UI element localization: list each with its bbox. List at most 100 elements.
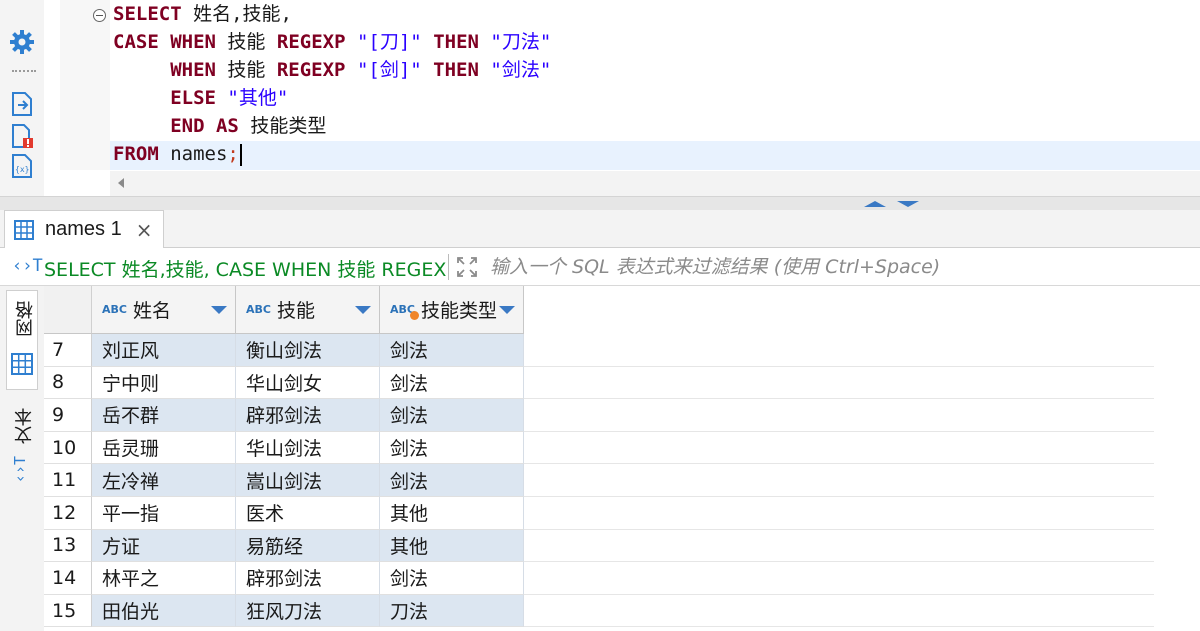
- sql-editor[interactable]: {x} SELECT 姓名,技能, CASE WHEN 技能 REGEXP "[刀…: [0, 0, 1200, 196]
- table-cell[interactable]: 剑法: [380, 399, 524, 432]
- row-empty-space: [524, 432, 1154, 465]
- row-number[interactable]: 9: [44, 399, 92, 432]
- table-row[interactable]: 8 宁中则 华山剑女 剑法: [44, 366, 1154, 400]
- table-cell[interactable]: 刀法: [380, 594, 524, 628]
- grid-corner[interactable]: [44, 286, 92, 334]
- table-row[interactable]: 7 刘正风 衡山剑法 剑法: [44, 334, 1154, 367]
- code-line[interactable]: END AS 技能类型: [113, 112, 551, 140]
- table-cell[interactable]: 刘正风: [92, 334, 236, 367]
- filter-input[interactable]: [490, 253, 1190, 281]
- table-cell[interactable]: 狂风刀法: [236, 594, 380, 628]
- table-row[interactable]: 14 林平之 辟邪剑法 剑法: [44, 562, 1154, 595]
- table-row[interactable]: 13 方证 易筋经 其他: [44, 529, 1154, 563]
- row-empty-space: [524, 464, 1154, 497]
- scroll-left-icon[interactable]: [118, 178, 124, 188]
- row-number[interactable]: 10: [44, 431, 92, 465]
- column-header[interactable]: ABC 技能: [236, 286, 380, 334]
- expand-icon[interactable]: [456, 256, 478, 278]
- table-cell[interactable]: 其他: [380, 529, 524, 563]
- results-grid[interactable]: ABC 姓名 ABC 技能 ABC 技能类型 7 刘正风 衡山剑法 剑法 8 宁中则 华山剑女 剑法 9 岳…: [44, 286, 1200, 631]
- sql-keyword: SELECT: [113, 3, 182, 25]
- panel-splitter[interactable]: [0, 196, 1200, 210]
- variables-icon[interactable]: {x}: [8, 152, 36, 180]
- filter-query-text[interactable]: SELECT 姓名,技能, CASE WHEN 技能 REGEX: [44, 255, 446, 282]
- restore-down-icon[interactable]: [897, 201, 919, 207]
- row-number[interactable]: 7: [44, 334, 92, 367]
- table-cell[interactable]: 医术: [236, 496, 380, 530]
- row-number[interactable]: 12: [44, 496, 92, 530]
- table-cell[interactable]: 剑法: [380, 366, 524, 400]
- table-cell[interactable]: 辟邪剑法: [236, 562, 380, 595]
- tab-grid-view[interactable]: 网格: [6, 290, 38, 390]
- tab-label: names 1: [45, 218, 122, 240]
- table-cell[interactable]: 岳不群: [92, 399, 236, 432]
- table-row[interactable]: 11 左冷禅 嵩山剑法 剑法: [44, 464, 1154, 497]
- text-tab-label: 文本: [14, 408, 35, 444]
- filter-divider: [448, 254, 449, 280]
- code-line[interactable]: WHEN 技能 REGEXP "[剑]" THEN "剑法": [113, 56, 551, 84]
- sql-string: "刀法": [490, 31, 552, 53]
- row-number[interactable]: 8: [44, 366, 92, 400]
- sql-keyword: CASE: [113, 31, 159, 53]
- sort-dropdown-icon[interactable]: [355, 306, 371, 314]
- table-cell[interactable]: 左冷禅: [92, 464, 236, 497]
- tab-names-1[interactable]: names 1 ×: [4, 210, 164, 248]
- column-header-label: 技能类型: [420, 300, 497, 322]
- column-header[interactable]: ABC 技能类型: [380, 286, 524, 334]
- sql-string: "[刀]": [356, 31, 422, 53]
- table-cell[interactable]: 剑法: [380, 464, 524, 497]
- sql-token: ;: [227, 143, 239, 165]
- table-cell[interactable]: 平一指: [92, 496, 236, 530]
- table-row[interactable]: 15 田伯光 狂风刀法 刀法: [44, 594, 1154, 628]
- code-line[interactable]: FROM names;: [113, 140, 551, 168]
- table-cell[interactable]: 华山剑法: [236, 431, 380, 465]
- table-cell[interactable]: 华山剑女: [236, 366, 380, 400]
- table-row[interactable]: 12 平一指 医术 其他: [44, 496, 1154, 530]
- text-type-icon: ABC: [246, 303, 271, 316]
- tab-text-view[interactable]: 文本 ‹›T: [6, 402, 38, 498]
- settings-icon[interactable]: [8, 28, 36, 56]
- table-cell[interactable]: 剑法: [380, 431, 524, 465]
- calculated-text-type-icon: ABC: [390, 303, 419, 320]
- table-cell[interactable]: 嵩山剑法: [236, 464, 380, 497]
- fold-toggle-icon[interactable]: [93, 9, 106, 22]
- sql-keyword: THEN: [433, 31, 479, 53]
- column-header[interactable]: ABC 姓名: [92, 286, 236, 334]
- row-empty-space: [524, 530, 1154, 563]
- row-number[interactable]: 13: [44, 529, 92, 563]
- table-cell[interactable]: 岳灵珊: [92, 431, 236, 465]
- row-number[interactable]: 15: [44, 594, 92, 628]
- sort-dropdown-icon[interactable]: [499, 306, 515, 314]
- editor-horizontal-scrollbar[interactable]: [110, 171, 1200, 196]
- table-row[interactable]: 9 岳不群 辟邪剑法 剑法: [44, 399, 1154, 432]
- text-view-icon: ‹›T: [11, 456, 29, 484]
- table-cell[interactable]: 辟邪剑法: [236, 399, 380, 432]
- code-line[interactable]: SELECT 姓名,技能,: [113, 0, 551, 28]
- row-number[interactable]: 14: [44, 562, 92, 595]
- sql-keyword: WHEN: [170, 31, 216, 53]
- table-cell[interactable]: 林平之: [92, 562, 236, 595]
- sort-dropdown-icon[interactable]: [211, 306, 227, 314]
- table-cell[interactable]: 其他: [380, 496, 524, 530]
- table-cell[interactable]: 衡山剑法: [236, 334, 380, 367]
- code-line[interactable]: CASE WHEN 技能 REGEXP "[刀]" THEN "刀法": [113, 28, 551, 56]
- sql-keyword: FROM: [113, 143, 159, 165]
- table-cell[interactable]: 易筋经: [236, 529, 380, 563]
- maximize-up-icon[interactable]: [864, 201, 886, 207]
- table-row[interactable]: 10 岳灵珊 华山剑法 剑法: [44, 431, 1154, 465]
- code-line[interactable]: ELSE "其他": [113, 84, 551, 112]
- table-cell[interactable]: 方证: [92, 529, 236, 563]
- sql-code[interactable]: SELECT 姓名,技能, CASE WHEN 技能 REGEXP "[刀]" T…: [113, 0, 551, 168]
- table-cell[interactable]: 田伯光: [92, 594, 236, 628]
- sql-string: "[剑]": [356, 59, 422, 81]
- execute-script-icon[interactable]: [8, 90, 36, 118]
- problem-file-icon[interactable]: [8, 122, 36, 150]
- result-view-switcher: 网格 文本 ‹›T: [0, 286, 44, 631]
- table-cell[interactable]: 宁中则: [92, 366, 236, 400]
- close-icon[interactable]: ×: [136, 220, 153, 240]
- row-number[interactable]: 11: [44, 464, 92, 497]
- sql-keyword: THEN: [433, 59, 479, 81]
- table-cell[interactable]: 剑法: [380, 562, 524, 595]
- table-cell[interactable]: 剑法: [380, 334, 524, 367]
